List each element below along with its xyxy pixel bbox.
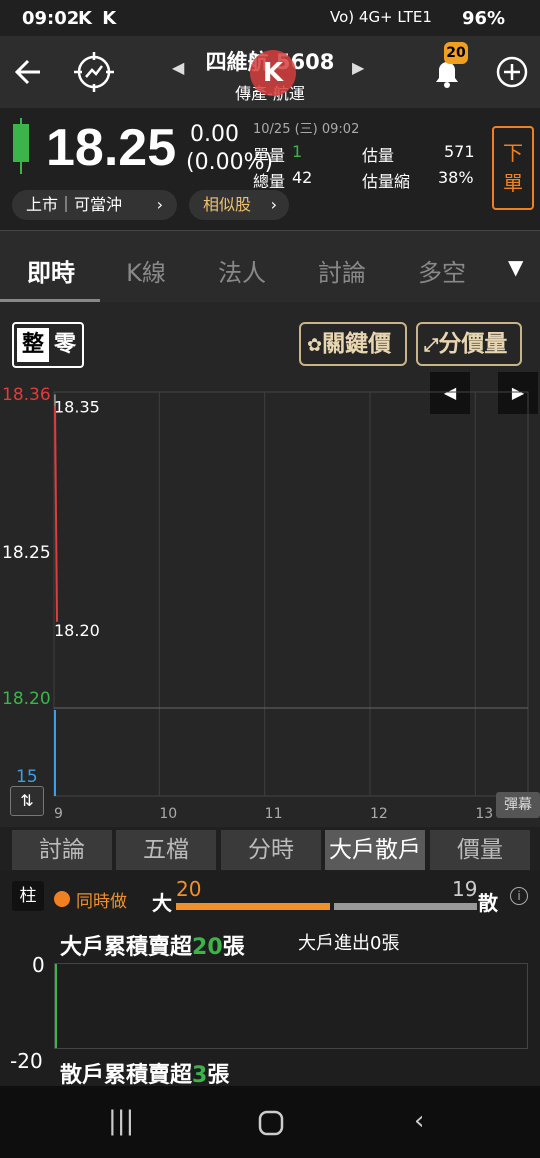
- tab-realtime[interactable]: 即時: [6, 253, 96, 288]
- est-shrink-label: 估量縮: [362, 172, 411, 191]
- single-volume-label: 單量: [253, 146, 286, 165]
- small-holder-value: 19: [452, 877, 478, 901]
- small-holder-bar: [334, 903, 477, 910]
- holders-panel: 柱 同時做 大 20 19 散 i 大戶累積賣超20張 大戶進出0張 0 -20…: [0, 871, 540, 1089]
- candle-icon: [13, 118, 29, 174]
- holders-mini-bar: [55, 964, 57, 1048]
- x-tick-label: 9: [54, 806, 63, 822]
- gear-icon: ✿: [307, 335, 323, 356]
- similar-stocks-label: 相似股: [203, 195, 252, 214]
- big-holder-title: 大戶累積賣超20張: [60, 929, 245, 961]
- system-nav-bar: ||| ‹: [0, 1086, 540, 1158]
- floating-k-button[interactable]: K: [250, 50, 296, 96]
- market-status-label: 上市｜可當沖: [26, 195, 123, 214]
- est-shrink-value: 38%: [438, 168, 474, 187]
- y-tick-label: 18.20: [2, 689, 51, 709]
- subtab-big-small-holders[interactable]: 大戶散戶: [325, 830, 425, 870]
- small-holder-title-num: 3: [192, 1063, 208, 1088]
- est-volume-value: 571: [444, 142, 475, 161]
- y-tick-label: 18.36: [2, 385, 51, 405]
- price-annotation: 18.35: [54, 397, 100, 416]
- notification-badge: 20: [444, 42, 468, 64]
- back-nav-icon[interactable]: ‹: [414, 1106, 424, 1136]
- price-change: 0.00: [190, 122, 239, 147]
- tab-institutional[interactable]: 法人: [197, 253, 287, 288]
- next-stock-arrow-icon[interactable]: ▶: [352, 58, 364, 77]
- intraday-chart: 9 10 11 12 13 18.36 18.25 18.20 15 18.35 18.20: [2, 385, 529, 822]
- y-tick-label: 18.25: [2, 543, 51, 563]
- swap-axis-icon[interactable]: ⇅: [10, 786, 44, 816]
- volume-by-price-button[interactable]: ⤢分價量: [416, 322, 522, 366]
- total-volume-label: 總量: [253, 172, 286, 191]
- big-holder-title-unit: 張: [222, 935, 245, 960]
- big-holder-io: 大戶進出0張: [298, 933, 400, 954]
- status-bar: 09:02 K K Vo) 4G+ LTE1 96%: [0, 0, 540, 36]
- big-holder-title-text: 大戶累積賣超: [60, 935, 193, 960]
- x-tick-label: 11: [265, 806, 283, 822]
- small-holder-title-text: 散戶累積賣超: [60, 1063, 193, 1088]
- expand-icon: ⤢: [424, 335, 439, 356]
- holders-mini-chart: [54, 963, 528, 1049]
- order-button[interactable]: 下單: [492, 126, 534, 210]
- current-price: 18.25: [46, 119, 177, 177]
- price-annotation: 18.20: [54, 621, 100, 640]
- key-price-label: 關鍵價: [322, 331, 392, 357]
- home-icon[interactable]: [258, 1110, 284, 1136]
- bar-chart-toggle[interactable]: 柱: [12, 881, 44, 911]
- info-icon[interactable]: i: [510, 887, 528, 905]
- trend-target-icon[interactable]: [74, 52, 114, 92]
- status-right-icons: Vo) 4G+ LTE1: [330, 8, 432, 26]
- chart-area: 整 零 ✿關鍵價 ⤢分價量 ◀ ▶ 9 10 11 12 13 18.36 18.25 18.…: [0, 302, 540, 827]
- subtab-time-sales[interactable]: 分時: [221, 830, 321, 870]
- tab-kline[interactable]: K線: [101, 253, 191, 288]
- status-left-icons: K K: [78, 8, 119, 29]
- small-holder-title-unit: 張: [207, 1063, 230, 1088]
- chevron-right-icon: ›: [156, 195, 163, 214]
- tab-more-dropdown-icon[interactable]: ▼: [508, 255, 523, 279]
- est-volume-label: 估量: [362, 146, 395, 165]
- big-holder-bar: [176, 903, 330, 910]
- market-status-pill[interactable]: 上市｜可當沖 ›: [12, 190, 177, 220]
- danmaku-button[interactable]: 彈幕: [496, 792, 540, 818]
- status-time: 09:02: [22, 8, 80, 29]
- subtab-discussion[interactable]: 討論: [12, 830, 112, 870]
- volume-tick-label: 15: [16, 767, 38, 787]
- tab-discussion[interactable]: 討論: [297, 253, 387, 288]
- odd-lot-option[interactable]: 零: [50, 328, 80, 362]
- key-price-button[interactable]: ✿關鍵價: [299, 322, 407, 366]
- small-holder-title: 散戶累積賣超3張: [60, 1057, 229, 1089]
- holders-axis-zero: 0: [32, 953, 45, 977]
- sub-tabs: 討論 五檔 分時 大戶散戶 價量: [0, 827, 540, 871]
- small-holder-label: 散: [478, 891, 498, 915]
- price-line: [54, 406, 58, 622]
- subtab-price-volume[interactable]: 價量: [430, 830, 530, 870]
- add-icon[interactable]: [494, 54, 530, 90]
- tab-long-short[interactable]: 多空: [397, 253, 487, 288]
- similar-stocks-pill[interactable]: 相似股 ›: [189, 190, 289, 220]
- quote-datetime: 10/25 (三) 09:02: [253, 122, 360, 137]
- x-tick-label: 13: [475, 806, 493, 822]
- quote-panel: 18.25 0.00 (0.00%) 10/25 (三) 09:02 單量 1 …: [0, 108, 540, 230]
- odd-lot-toggle[interactable]: 整 零: [12, 322, 84, 368]
- x-tick-label: 10: [159, 806, 177, 822]
- main-tabs: 即時 K線 法人 討論 多空 ▼: [0, 230, 540, 302]
- volume-by-price-label: 分價量: [438, 331, 508, 357]
- recent-apps-icon[interactable]: |||: [108, 1106, 134, 1136]
- round-lot-option[interactable]: 整: [17, 328, 49, 362]
- single-volume-value: 1: [292, 142, 303, 161]
- big-holder-label: 大: [152, 891, 172, 915]
- battery-level: 96%: [462, 8, 506, 29]
- concurrent-label[interactable]: 同時做: [76, 887, 127, 912]
- subtab-order-book[interactable]: 五檔: [116, 830, 216, 870]
- concurrent-radio-icon[interactable]: [54, 891, 70, 907]
- chevron-right-icon: ›: [270, 195, 277, 214]
- chart-frame: [53, 391, 529, 797]
- x-tick-label: 12: [370, 806, 388, 822]
- back-arrow-icon[interactable]: [12, 56, 44, 88]
- big-holder-title-num: 20: [192, 935, 223, 960]
- big-holder-value: 20: [176, 877, 202, 901]
- total-volume-value: 42: [292, 168, 313, 187]
- holders-axis-neg: -20: [10, 1049, 43, 1073]
